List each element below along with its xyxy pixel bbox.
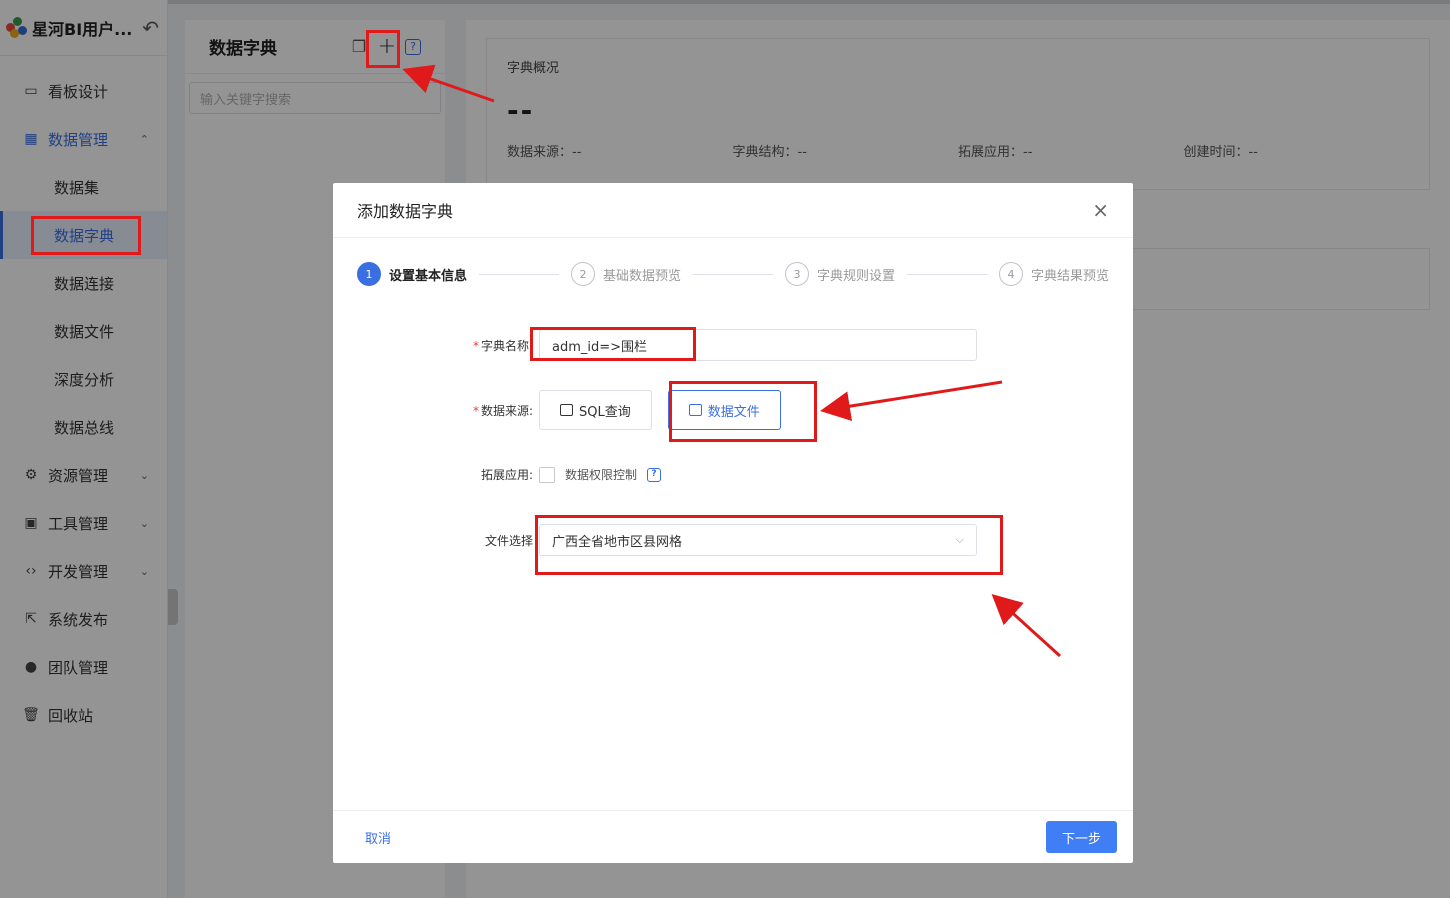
step-label: 设置基本信息 bbox=[389, 268, 468, 284]
dialog-footer: 取消 下一步 bbox=[333, 810, 1133, 863]
step-data-preview: 2 基础数据预览 bbox=[571, 262, 681, 286]
highlight-add-button bbox=[366, 30, 400, 68]
wizard-steps: 1 设置基本信息 2 基础数据预览 3 字典规则设置 4 字典结果预览 bbox=[357, 261, 1109, 287]
step-number: 2 bbox=[571, 262, 595, 286]
source-label: * 数据来源: bbox=[472, 403, 533, 418]
step-label: 基础数据预览 bbox=[603, 268, 682, 284]
cancel-button[interactable]: 取消 bbox=[365, 828, 391, 847]
step-divider bbox=[907, 273, 987, 275]
sql-query-button[interactable]: SQL查询 bbox=[539, 390, 652, 430]
highlight-data-file-button bbox=[669, 381, 817, 442]
step-divider bbox=[479, 273, 559, 275]
dialog-title: 添加数据字典 bbox=[357, 202, 454, 221]
permission-control-checkbox[interactable] bbox=[539, 466, 555, 483]
file-select-label: 文件选择 bbox=[484, 533, 533, 548]
sql-query-label: SQL查询 bbox=[579, 404, 631, 420]
dialog-header: 添加数据字典 × bbox=[333, 183, 1133, 238]
step-basic-info: 1 设置基本信息 bbox=[357, 262, 467, 286]
step-divider bbox=[693, 273, 773, 275]
step-number: 3 bbox=[785, 262, 809, 286]
permission-control-label: 数据权限控制 bbox=[565, 468, 638, 482]
database-icon bbox=[560, 404, 573, 416]
close-icon[interactable]: × bbox=[1092, 198, 1109, 222]
step-label: 字典结果预览 bbox=[1031, 268, 1110, 284]
extension-label: 拓展应用: bbox=[480, 468, 533, 482]
step-number: 1 bbox=[357, 262, 381, 286]
highlight-name-input bbox=[530, 327, 696, 361]
highlight-data-dictionary bbox=[31, 216, 141, 255]
step-number: 4 bbox=[999, 262, 1023, 286]
next-step-button[interactable]: 下一步 bbox=[1045, 821, 1117, 853]
help-icon[interactable]: ? bbox=[647, 467, 662, 482]
step-result-preview: 4 字典结果预览 bbox=[999, 262, 1109, 286]
step-rule-settings: 3 字典规则设置 bbox=[785, 262, 895, 286]
extension-row: 拓展应用: 数据权限控制 ? bbox=[469, 466, 662, 483]
step-label: 字典规则设置 bbox=[817, 268, 896, 284]
name-label: * 字典名称: bbox=[472, 338, 533, 353]
highlight-file-select bbox=[535, 515, 1003, 575]
